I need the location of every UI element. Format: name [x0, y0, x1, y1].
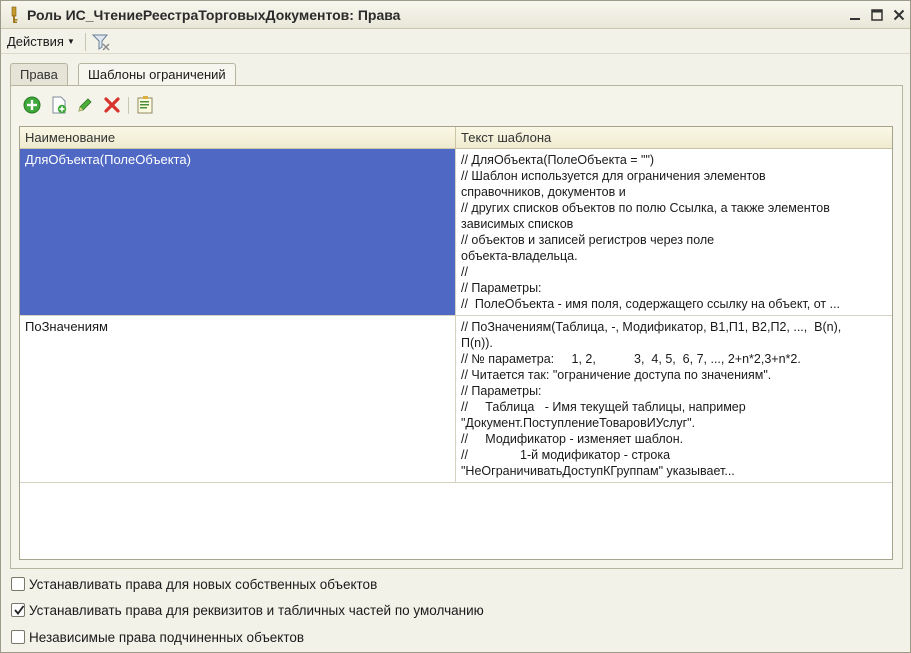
- template-text-line: "НеОграничиватьДоступКГруппам" указывает…: [461, 464, 735, 478]
- template-text-line: зависимых списков: [461, 217, 574, 231]
- minimize-icon: [850, 18, 860, 20]
- column-header-template-text[interactable]: Текст шаблона: [456, 127, 892, 149]
- template-text-line: // Модификатор - изменяет шаблон.: [461, 432, 684, 446]
- template-text-line: // объектов и записей регистров через по…: [461, 233, 715, 247]
- edit-pencil-icon[interactable]: [75, 95, 95, 115]
- table-row[interactable]: ПоЗначениям // ПоЗначениям(Таблица, -, М…: [20, 316, 892, 483]
- templates-list-icon[interactable]: [135, 95, 155, 115]
- toolbar-separator: [128, 97, 129, 114]
- checkbox-attributes-default[interactable]: Устанавливать права для реквизитов и таб…: [11, 601, 484, 619]
- checkbox-box[interactable]: [11, 630, 25, 644]
- template-text-line: // ПоЗначениям(Таблица, -, Модификатор, …: [461, 320, 842, 334]
- chevron-down-icon: ▼: [66, 37, 75, 46]
- checkbox-new-own-objects[interactable]: Устанавливать права для новых собственны…: [11, 575, 377, 593]
- template-text-line: // № параметра: 1, 2, 3, 4, 5, 6, 7, ...…: [461, 352, 801, 366]
- column-header-name[interactable]: Наименование: [20, 127, 456, 149]
- template-text-line: // Параметры:: [461, 384, 542, 398]
- role-rights-window: Роль ИС_ЧтениеРеестраТорговыхДокументов:…: [0, 0, 911, 653]
- add-icon[interactable]: [22, 95, 42, 115]
- tab-rights[interactable]: Права: [10, 63, 68, 86]
- tab-restriction-templates[interactable]: Шаблоны ограничений: [78, 63, 236, 87]
- actions-label: Действия: [7, 34, 64, 49]
- template-text-line: П(n)).: [461, 336, 493, 350]
- template-text-line: //: [461, 265, 468, 279]
- template-text-line: // Таблица - Имя текущей таблицы, наприм…: [461, 400, 746, 414]
- actions-menu-button[interactable]: Действия ▼: [7, 34, 75, 49]
- checkbox-independent-subordinate[interactable]: Независимые права подчиненных объектов: [11, 628, 304, 646]
- command-bar: Действия ▼: [1, 29, 910, 54]
- template-text-line: // 1-й модификатор - строка: [461, 448, 671, 462]
- template-text-cell: // ДляОбъекта(ПолеОбъекта = "") // Шабло…: [456, 149, 892, 315]
- table-row[interactable]: ДляОбъекта(ПолеОбъекта) // ДляОбъекта(По…: [20, 149, 892, 316]
- close-button[interactable]: [889, 5, 909, 25]
- template-text-line: // Читается так: "ограничение доступа по…: [461, 368, 772, 382]
- close-icon: [893, 9, 905, 21]
- maximize-icon: [871, 9, 883, 21]
- template-text-line: справочников, документов и: [461, 185, 626, 199]
- checkbox-label: Устанавливать права для новых собственны…: [29, 576, 378, 592]
- title-bar: Роль ИС_ЧтениеРеестраТорговыхДокументов:…: [1, 1, 910, 29]
- filter-icon[interactable]: [91, 32, 111, 52]
- checkbox-label: Независимые права подчиненных объектов: [29, 629, 305, 645]
- template-text-line: // других списков объектов по полю Ссылк…: [461, 201, 830, 215]
- template-text-line: // Параметры:: [461, 281, 542, 295]
- template-text-line: // Шаблон используется для ограничения э…: [461, 169, 766, 183]
- role-key-icon: [11, 6, 18, 23]
- template-text-line: "Документ.ПоступлениеТоваровИУслуг".: [461, 416, 696, 430]
- template-name-cell: ДляОбъекта(ПолеОбъекта): [20, 149, 456, 315]
- checkmark-icon: [14, 605, 25, 615]
- restriction-templates-table[interactable]: Наименование Текст шаблона ДляОбъекта(По…: [19, 126, 893, 560]
- maximize-button[interactable]: [867, 5, 887, 25]
- tab-rights-label: Права: [20, 67, 58, 82]
- toolbar-separator: [85, 33, 86, 51]
- checkbox-box[interactable]: [11, 603, 25, 617]
- checkbox-box[interactable]: [11, 577, 25, 591]
- template-text-line: объекта-владельца.: [461, 249, 578, 263]
- checkbox-label: Устанавливать права для реквизитов и таб…: [29, 602, 484, 618]
- table-header: Наименование Текст шаблона: [20, 127, 892, 149]
- delete-icon[interactable]: [102, 95, 122, 115]
- template-text-line: // ДляОбъекта(ПолеОбъекта = ""): [461, 153, 655, 167]
- template-text-line: // ПолеОбъекта - имя поля, содержащего с…: [461, 297, 841, 311]
- minimize-button[interactable]: [845, 5, 865, 25]
- copy-icon[interactable]: [49, 95, 69, 115]
- tab-templates-label: Шаблоны ограничений: [88, 67, 226, 82]
- window-title: Роль ИС_ЧтениеРеестраТорговыхДокументов:…: [27, 7, 401, 23]
- template-text-cell: // ПоЗначениям(Таблица, -, Модификатор, …: [456, 316, 892, 482]
- template-name-cell: ПоЗначениям: [20, 316, 456, 482]
